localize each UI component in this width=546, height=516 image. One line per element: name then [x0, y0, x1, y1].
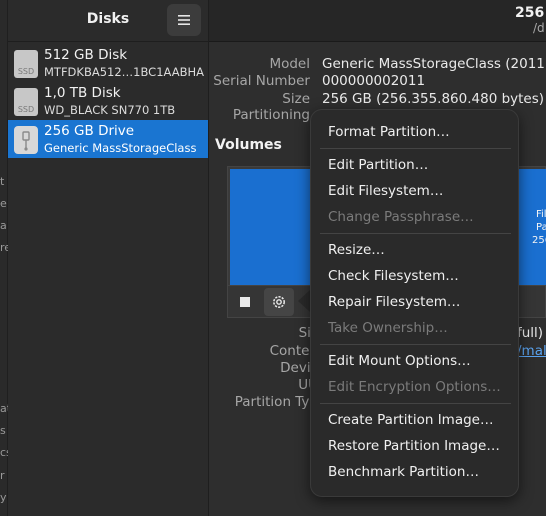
serial-value: 000000002011	[322, 73, 426, 89]
drive-item-1tb[interactable]: SSD 1,0 TB Disk WD_BLACK SN770 1TB	[8, 82, 208, 120]
main-menu-button[interactable]	[167, 4, 201, 36]
drive-model: MTFDKBA512…1BC1AABHA	[44, 65, 204, 79]
volumes-heading: Volumes	[215, 137, 282, 153]
partitioning-label: Partitioning	[232, 107, 310, 123]
drive-name: 256 GB Drive	[44, 123, 135, 139]
stop-icon	[240, 297, 250, 307]
ssd-icon: SSD	[14, 88, 38, 116]
drive-device-path: /d	[533, 21, 545, 35]
partition-options-button[interactable]	[264, 288, 294, 316]
menu-item-create-partition-image[interactable]: Create Partition Image…	[328, 412, 493, 428]
usb-drive-icon	[14, 126, 38, 154]
usb-symbol-icon	[22, 131, 30, 151]
ssd-tag: SSD	[17, 67, 35, 76]
stop-button[interactable]	[230, 288, 260, 316]
menu-item-edit-partition[interactable]: Edit Partition…	[328, 157, 428, 173]
background-window-strip: t e a re at s cs r y	[0, 0, 12, 516]
partition-text: 256	[532, 235, 546, 246]
ssd-icon: SSD	[14, 50, 38, 78]
menu-separator	[320, 233, 511, 234]
partition-context-menu: Format Partition… Edit Partition… Edit F…	[310, 109, 519, 497]
strip-fragment: a	[0, 219, 7, 232]
menu-separator	[320, 148, 511, 149]
menu-item-repair-filesystem[interactable]: Repair Filesystem…	[328, 294, 460, 310]
partition-text: Fil	[536, 209, 546, 220]
size-label: Size	[282, 91, 310, 107]
strip-fragment: t	[0, 175, 5, 188]
model-label: Model	[269, 56, 310, 72]
drive-name: 512 GB Disk	[44, 47, 128, 63]
partition-type-label: Partition Typ	[234, 394, 318, 410]
sidebar: Disks SSD 512 GB Disk MTFDKBA512…1BC1AAB…	[8, 0, 209, 516]
drive-title: 256 G	[515, 5, 546, 21]
model-value: Generic MassStorageClass (2011)	[322, 56, 546, 72]
volume-size-value: full)	[517, 325, 544, 341]
menu-separator	[320, 344, 511, 345]
strip-fragment: e	[0, 197, 7, 210]
menu-item-check-filesystem[interactable]: Check Filesystem…	[328, 268, 459, 284]
serial-label: Serial Number	[213, 73, 310, 89]
strip-fragment: s	[0, 424, 6, 437]
menu-item-change-passphrase: Change Passphrase…	[328, 209, 474, 225]
drive-model: Generic MassStorageClass	[44, 141, 197, 155]
menu-separator	[320, 403, 511, 404]
drive-model: WD_BLACK SN770 1TB	[44, 103, 176, 117]
main-header: 256 G /d	[209, 0, 546, 42]
menu-item-edit-mount-options[interactable]: Edit Mount Options…	[328, 353, 471, 369]
drive-item-256gb[interactable]: 256 GB Drive Generic MassStorageClass	[8, 120, 208, 158]
ssd-tag: SSD	[17, 105, 35, 114]
menu-item-restore-partition-image[interactable]: Restore Partition Image…	[328, 438, 500, 454]
partition-text: Pa	[536, 222, 546, 233]
drive-name: 1,0 TB Disk	[44, 85, 121, 101]
menu-arrow	[298, 290, 310, 312]
strip-fragment: r	[0, 469, 5, 482]
gear-icon	[273, 296, 285, 308]
size-value: 256 GB (256.355.860.480 bytes)	[322, 91, 545, 107]
strip-fragment: y	[0, 491, 7, 504]
drive-item-512gb[interactable]: SSD 512 GB Disk MTFDKBA512…1BC1AABHA	[8, 44, 208, 82]
menu-item-format-partition[interactable]: Format Partition…	[328, 124, 450, 140]
sidebar-header: Disks	[8, 0, 208, 42]
menu-item-resize[interactable]: Resize…	[328, 242, 385, 258]
menu-item-edit-encryption-options: Edit Encryption Options…	[328, 379, 501, 395]
menu-item-edit-filesystem[interactable]: Edit Filesystem…	[328, 183, 443, 199]
mount-point-link[interactable]: /mal	[517, 343, 546, 359]
menu-item-take-ownership: Take Ownership…	[328, 320, 448, 336]
menu-item-benchmark-partition[interactable]: Benchmark Partition…	[328, 464, 479, 480]
hamburger-icon	[178, 15, 190, 25]
